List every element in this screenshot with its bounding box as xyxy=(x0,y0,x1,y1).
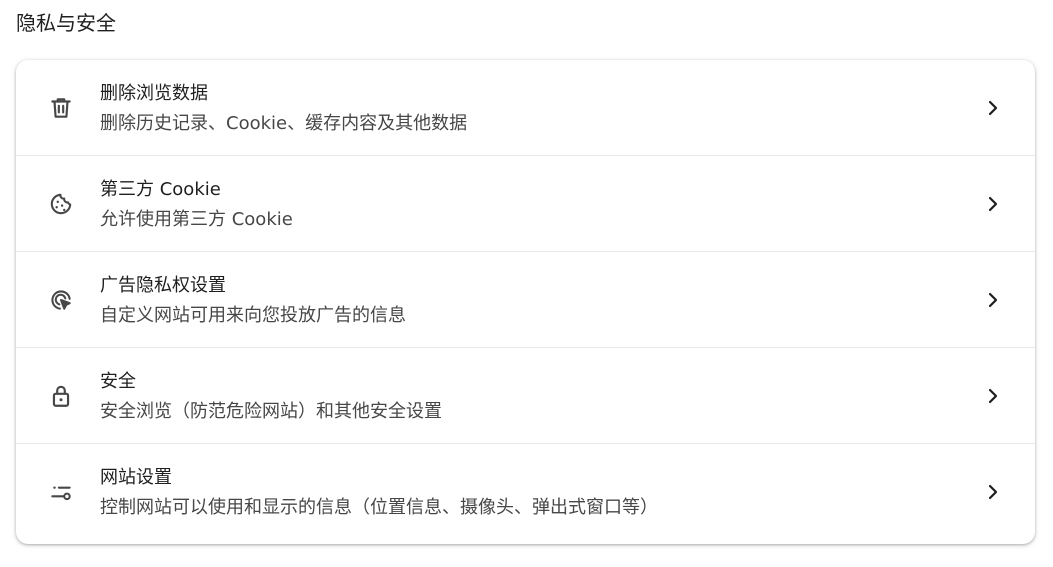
site-settings-row[interactable]: 网站设置 控制网站可以使用和显示的信息（位置信息、摄像头、弹出式窗口等） xyxy=(16,444,1035,541)
row-subtitle: 自定义网站可用来向您投放广告的信息 xyxy=(100,305,406,326)
chevron-right-icon xyxy=(988,388,998,404)
trash-icon xyxy=(48,95,74,121)
chevron-right-icon xyxy=(988,484,998,500)
chevron-right-icon xyxy=(988,196,998,212)
lock-icon xyxy=(48,383,74,409)
row-subtitle: 安全浏览（防范危险网站）和其他安全设置 xyxy=(100,401,442,422)
ad-privacy-icon xyxy=(48,287,74,313)
section-title: 隐私与安全 xyxy=(16,11,116,35)
chevron-right-icon xyxy=(988,100,998,116)
row-subtitle: 删除历史记录、Cookie、缓存内容及其他数据 xyxy=(100,113,468,134)
row-subtitle: 控制网站可以使用和显示的信息（位置信息、摄像头、弹出式窗口等） xyxy=(100,497,658,518)
row-title: 删除浏览数据 xyxy=(100,83,208,104)
third-party-cookies-row[interactable]: 第三方 Cookie 允许使用第三方 Cookie xyxy=(16,156,1035,252)
row-subtitle: 允许使用第三方 Cookie xyxy=(100,209,293,230)
chevron-right-icon xyxy=(988,292,998,308)
row-title: 广告隐私权设置 xyxy=(100,275,226,296)
tune-icon xyxy=(48,479,74,505)
privacy-security-card: 删除浏览数据 删除历史记录、Cookie、缓存内容及其他数据 第三方 Cooki… xyxy=(16,60,1035,544)
ad-privacy-row[interactable]: 广告隐私权设置 自定义网站可用来向您投放广告的信息 xyxy=(16,252,1035,348)
row-title: 第三方 Cookie xyxy=(100,179,221,200)
row-title: 网站设置 xyxy=(100,467,172,488)
security-row[interactable]: 安全 安全浏览（防范危险网站）和其他安全设置 xyxy=(16,348,1035,444)
cookie-icon xyxy=(48,191,74,217)
clear-browsing-data-row[interactable]: 删除浏览数据 删除历史记录、Cookie、缓存内容及其他数据 xyxy=(16,60,1035,156)
row-title: 安全 xyxy=(100,371,136,392)
